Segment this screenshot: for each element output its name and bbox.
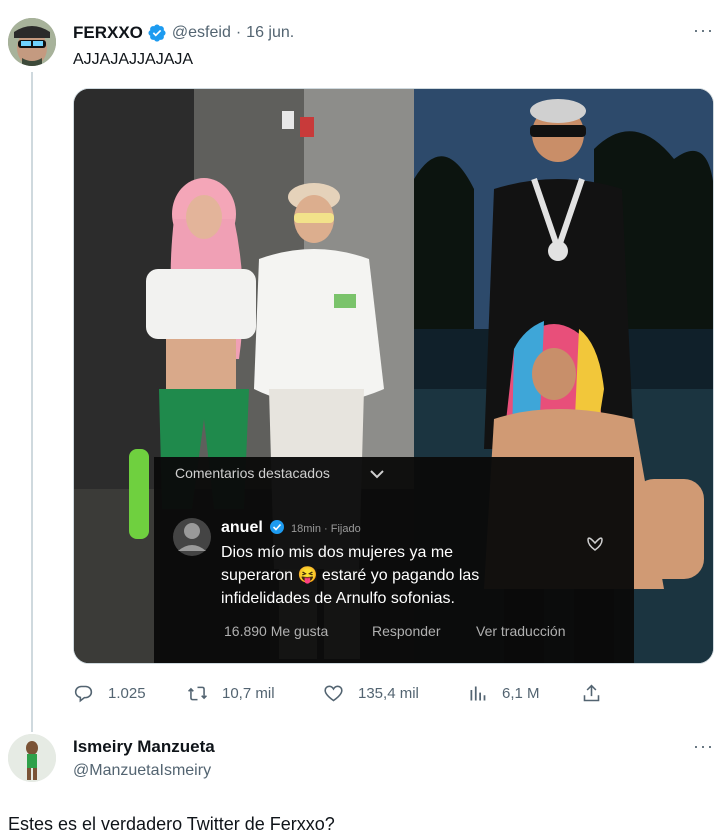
views-count: 6,1 M	[502, 684, 540, 702]
overlay-line-1: Dios mío mis dos mujeres ya me	[221, 544, 453, 561]
overlay-meta: 18min · Fijado	[291, 523, 361, 535]
tweet-main[interactable]: FERXXO @esfeid · 16 jun. ··· AJJAJAJJAJA…	[0, 0, 727, 732]
overlay-line-2: superaron 😝 estaré yo pagando las	[221, 566, 479, 584]
overlay-line-3: infidelidades de Arnulfo sofonias.	[221, 590, 455, 607]
like-count: 135,4 mil	[358, 684, 419, 702]
tweet-text: AJJAJAJJAJAJA	[73, 51, 194, 68]
share-button[interactable]	[581, 680, 616, 706]
views-icon	[470, 686, 486, 700]
reply-avatar[interactable]	[8, 734, 56, 782]
heart-icon	[324, 685, 343, 701]
tweet-date[interactable]: 16 jun.	[246, 24, 294, 42]
reply-button[interactable]: 1.025	[73, 680, 146, 706]
reply-header: Ismeiry Manzueta	[73, 737, 215, 757]
reply-user-handle[interactable]: @ManzuetaIsmeiry	[73, 762, 211, 780]
views-button[interactable]: 6,1 M	[467, 680, 540, 706]
reply-text: Estes es el verdadero Twitter de Ferxxo?	[8, 814, 335, 834]
avatar[interactable]	[8, 18, 56, 66]
retweet-count: 10,7 mil	[222, 684, 275, 702]
reply-count: 1.025	[108, 684, 146, 702]
reply-icon	[74, 685, 93, 702]
retweet-button[interactable]: 10,7 mil	[187, 680, 275, 706]
reply-display-name[interactable]: Ismeiry Manzueta	[73, 737, 215, 756]
share-icon	[583, 684, 600, 701]
reply-more-options-icon[interactable]: ···	[693, 736, 714, 757]
overlay-translate: Ver traducción	[476, 623, 566, 639]
separator-dot: ·	[235, 24, 242, 41]
overlay-header: Comentarios destacados	[175, 465, 330, 481]
thread-line	[31, 72, 33, 732]
like-button[interactable]: 135,4 mil	[323, 680, 419, 706]
user-handle[interactable]: @esfeid	[172, 24, 231, 42]
overlay-user: anuel	[221, 519, 263, 536]
overlay-likes: 16.890 Me gusta	[224, 623, 329, 639]
display-name[interactable]: FERXXO	[73, 23, 143, 43]
overlay-reply: Responder	[372, 623, 441, 639]
tweet-header: FERXXO @esfeid · 16 jun.	[73, 22, 294, 44]
overlay-verified-icon	[270, 520, 284, 534]
more-options-icon[interactable]: ···	[693, 20, 714, 41]
tweet-media-image[interactable]: Comentarios destacados anuel 18min · Fij…	[73, 88, 714, 664]
verified-badge-icon	[147, 23, 167, 43]
tweet-actions: 1.025 10,7 mil 135,4 mil 6,1 M	[73, 680, 613, 706]
retweet-icon	[188, 686, 207, 700]
